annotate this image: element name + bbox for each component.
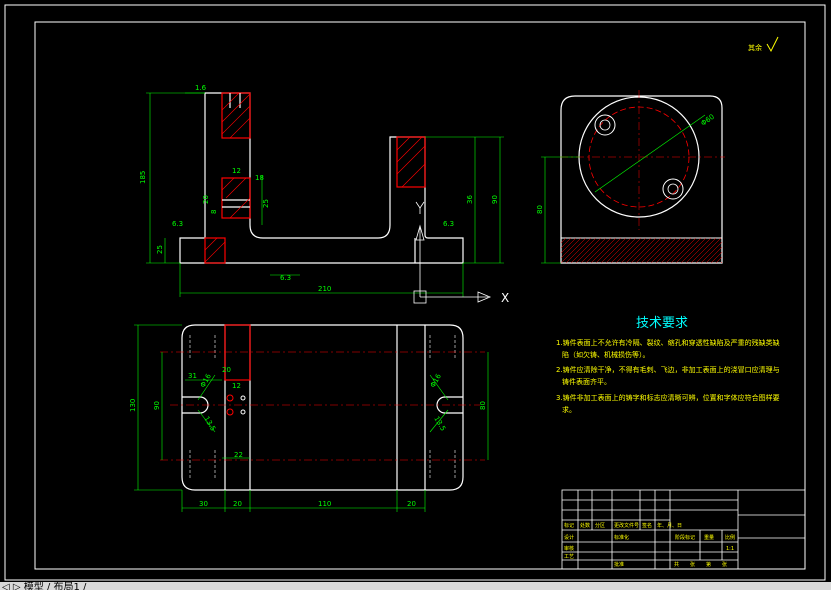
- dim-text: 20: [202, 195, 210, 204]
- cad-drawing: 其余 1.6 185 12 20 25 18 8 6.3 25 6.3 36 9…: [0, 0, 831, 590]
- tech-title: 技术要求: [636, 316, 688, 331]
- tech-line: 陷（如欠铸、机械损伤等）。: [562, 350, 650, 359]
- tb-label: 工艺: [564, 554, 574, 560]
- tb-label: 批准: [614, 561, 624, 568]
- dim-text: 18: [255, 174, 264, 182]
- dim-text: 80: [479, 401, 487, 410]
- ucs-x-label: X: [501, 291, 509, 305]
- tb-label: 阶段标记: [675, 534, 695, 541]
- dim-text: 90: [153, 401, 161, 410]
- tb-label: 比例: [725, 534, 735, 541]
- tech-line: 铸件表面齐平。: [562, 377, 611, 386]
- tb-label: 更改文件号: [614, 522, 639, 529]
- dim-text: 6.3: [280, 274, 291, 282]
- layout-tabs[interactable]: ◁ ▷ 模型 / 布局1 /: [2, 582, 86, 590]
- tech-line: 求。: [562, 405, 576, 414]
- dim-text: 130: [129, 399, 137, 412]
- dim-text: 20: [407, 500, 416, 508]
- dim-text: 6.3: [443, 220, 454, 228]
- tb-label: 重量: [704, 534, 714, 541]
- dim-text: 210: [318, 285, 331, 293]
- tb-label: 签名: [642, 522, 652, 529]
- dim-text: 6.3: [172, 220, 183, 228]
- dim-text: 25: [156, 245, 164, 254]
- tech-line: 2.铸件应清除干净，不得有毛刺、飞边，非加工表面上的浇冒口应清理与: [556, 365, 780, 374]
- tb-label: 年、月、日: [657, 522, 682, 529]
- dim-text: 110: [318, 500, 331, 508]
- dim-text: 12: [232, 167, 241, 175]
- dim-text: 31: [188, 372, 197, 380]
- dim-text: 30: [199, 500, 208, 508]
- tb-label: 张: [690, 561, 695, 568]
- dim-text: 20: [222, 366, 231, 374]
- dim-text: 8: [210, 210, 218, 214]
- dim-text: 80: [536, 205, 544, 214]
- dim-text: 22: [234, 451, 243, 459]
- dim-text: 185: [139, 171, 147, 184]
- tb-label: 1:1: [726, 546, 734, 552]
- tech-line: 1.铸件表面上不允许有冷隔、裂纹、缩孔和穿透性缺陷及严重的残缺类缺: [556, 338, 780, 347]
- tb-label: 设计: [564, 534, 574, 541]
- tb-label: 标记: [564, 522, 574, 529]
- dim-text: 20: [233, 500, 242, 508]
- tb-label: 标准化: [614, 534, 629, 541]
- dim-text: 12: [232, 382, 241, 390]
- tb-label: 第: [706, 561, 711, 568]
- tb-label: 分区: [595, 522, 605, 529]
- tech-line: 3.铸件非加工表面上的铸字和标志应清晰可辨，位置和字体应符合图样要: [556, 393, 780, 402]
- layout-tabs-bar[interactable]: ◁ ▷ 模型 / 布局1 /: [0, 582, 831, 590]
- dim-text: 36: [466, 195, 474, 204]
- tb-label: 处数: [580, 522, 590, 529]
- tb-label: 共: [674, 561, 679, 568]
- dim-text: 90: [491, 195, 499, 204]
- roughness-note-text: 其余: [748, 43, 762, 52]
- tb-label: 审核: [564, 545, 574, 552]
- dim-text: 1.6: [195, 84, 207, 92]
- tb-label: 张: [722, 561, 727, 568]
- dim-text: 25: [262, 199, 270, 208]
